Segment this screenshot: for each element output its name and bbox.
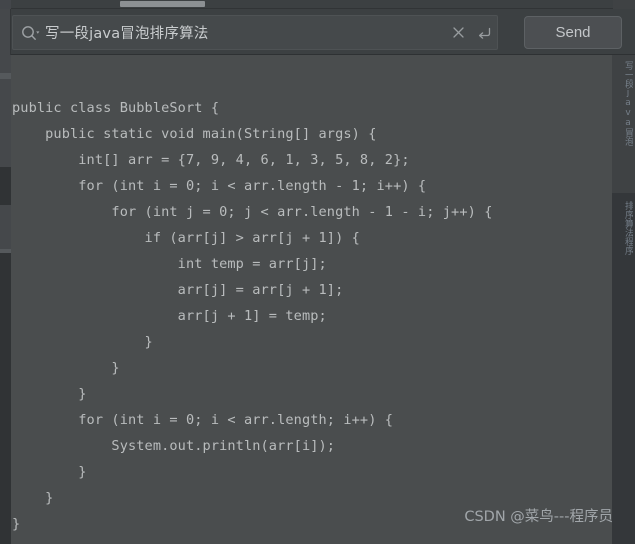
search-header-bar: 写一段java冒泡排序算法 Send — [0, 9, 635, 55]
java-code-block: public class BubbleSort { public static … — [12, 100, 493, 532]
strip-segment[interactable] — [0, 167, 11, 205]
strip-segment[interactable] — [0, 55, 11, 73]
close-icon[interactable] — [445, 15, 471, 50]
strip-segment[interactable] — [0, 253, 11, 544]
horizontal-scrollbar-thumb[interactable] — [120, 1, 205, 7]
app-window: 写一段java冒泡排序算法 Send public class BubbleSo… — [0, 0, 635, 544]
top-scrollbar-track[interactable] — [0, 0, 635, 9]
header-left-edge — [0, 9, 11, 55]
left-tool-strip[interactable] — [0, 55, 11, 544]
send-button[interactable]: Send — [524, 16, 622, 49]
strip-segment[interactable] — [0, 205, 11, 249]
csdn-watermark: CSDN @菜鸟---程序员 — [464, 509, 613, 525]
right-gutter-vertical-text-bottom: 排序算法程序 — [623, 201, 633, 255]
right-gutter: 写一段java冒泡 排序算法程序 — [612, 55, 635, 544]
scrollbar-left-edge — [0, 0, 11, 9]
scrollbar-right-edge — [613, 0, 635, 9]
search-input[interactable]: 写一段java冒泡排序算法 — [12, 15, 498, 50]
code-output-panel[interactable]: public class BubbleSort { public static … — [11, 55, 612, 544]
search-dropdown-icon[interactable] — [13, 25, 43, 41]
main-content-area: public class BubbleSort { public static … — [0, 55, 635, 544]
strip-segment[interactable] — [0, 79, 11, 167]
right-gutter-vertical-text-top: 写一段java冒泡 — [623, 61, 633, 146]
search-input-value[interactable]: 写一段java冒泡排序算法 — [43, 22, 445, 43]
enter-return-icon[interactable] — [471, 15, 497, 50]
